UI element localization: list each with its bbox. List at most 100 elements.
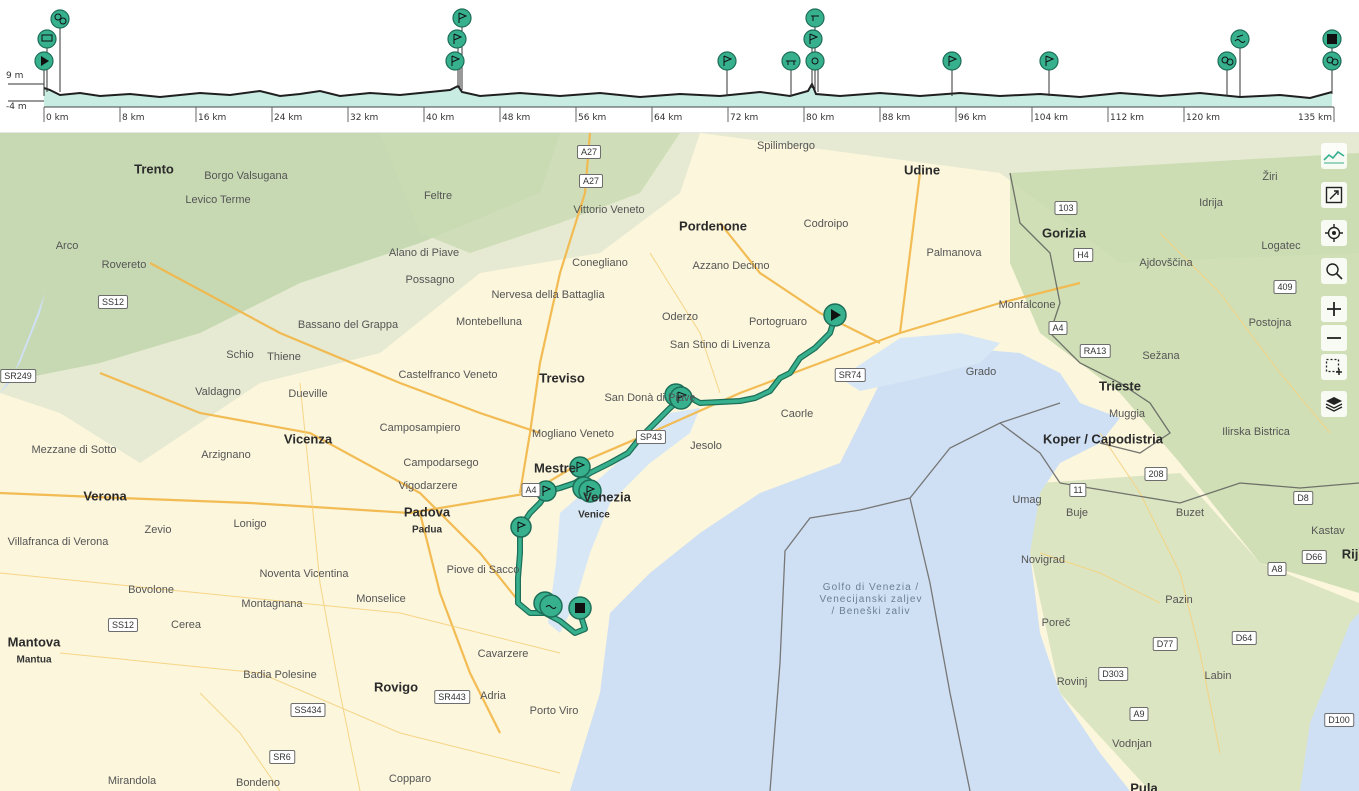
place-label: Jesolo — [690, 440, 722, 452]
place-label: Zevio — [144, 524, 172, 536]
place-label: Bondeno — [235, 777, 281, 789]
distance-tick: 48 km — [502, 113, 531, 123]
finish-marker-icon — [568, 596, 592, 620]
road-shield: 409 — [1273, 280, 1297, 294]
elevation-area — [44, 84, 1332, 107]
place-label: Montagnana — [241, 598, 303, 610]
flag-marker-icon — [717, 51, 737, 71]
place-label: San Stino di Livenza — [669, 339, 771, 351]
group-marker-icon — [50, 9, 70, 29]
place-label: Sežana — [1142, 350, 1180, 362]
road-shield: SR249 — [0, 369, 36, 383]
place-label: Azzano Decimo — [692, 260, 770, 272]
road-shield: A8 — [1267, 562, 1287, 576]
flag-marker-icon — [447, 29, 467, 49]
place-label: Labin — [1204, 670, 1232, 682]
place-label: Thiene — [267, 351, 301, 363]
place-label: Montebelluna — [455, 316, 523, 328]
place-label: Borgo Valsugana — [204, 170, 288, 182]
zoom-out-button[interactable] — [1321, 325, 1347, 351]
distance-tick: 24 km — [274, 113, 303, 123]
flag-marker-icon — [1039, 51, 1059, 71]
road-shield: H4 — [1073, 248, 1093, 262]
layers-icon — [1325, 397, 1343, 412]
road-shield: SS12 — [107, 618, 139, 632]
distance-tick: 64 km — [654, 113, 683, 123]
place-label: Logatec — [1261, 240, 1301, 252]
distance-tick: 88 km — [882, 113, 911, 123]
road-shield: 208 — [1144, 467, 1168, 481]
place-label: Žiri — [1262, 171, 1278, 183]
place-label: Nervesa della Battaglia — [491, 289, 605, 301]
place-label: Ilirska Bistrica — [1222, 426, 1290, 438]
distance-tick: 96 km — [958, 113, 987, 123]
place-label: Kastav — [1311, 525, 1345, 537]
place-label: Mantua — [16, 654, 52, 666]
place-label: Gorizia — [1041, 225, 1087, 241]
road-shield: A4 — [521, 483, 541, 497]
place-label: Mestre — [534, 460, 576, 476]
bench-marker-icon — [781, 51, 801, 71]
place-label: Monfalcone — [998, 299, 1056, 311]
start-marker-icon — [823, 303, 847, 327]
place-label: Idrija — [1199, 197, 1223, 209]
fullscreen-button[interactable] — [1321, 182, 1347, 208]
place-label: Udine — [903, 162, 941, 178]
place-label: Grado — [965, 366, 997, 378]
place-label: Castelfranco Veneto — [398, 369, 498, 381]
place-label: Mezzane di Sotto — [31, 444, 117, 456]
group-marker-icon — [805, 8, 825, 28]
place-label: Bassano del Grappa — [297, 319, 399, 331]
place-label: Alano di Piave — [388, 247, 460, 259]
layers-button[interactable] — [1321, 391, 1347, 417]
group-marker-icon — [1322, 51, 1342, 71]
place-label: Bovolone — [128, 584, 174, 596]
place-label: Treviso — [539, 370, 585, 386]
road-shield: A4 — [1048, 321, 1068, 335]
road-shield: SS12 — [97, 295, 129, 309]
place-label: Dueville — [288, 388, 328, 400]
place-label: Portogruaro — [748, 316, 808, 328]
map-view[interactable]: Trento Borgo Valsugana Levico Terme Felt… — [0, 133, 1359, 791]
place-label: Vittorio Veneto — [573, 204, 645, 216]
distance-tick: 56 km — [578, 113, 607, 123]
place-label: Badia Polesine — [243, 669, 317, 681]
elevation-profile[interactable]: 9 m -4 m 0 km 8 km 16 km 24 km 32 km 40 … — [0, 0, 1359, 133]
search-icon — [1326, 263, 1343, 280]
swim-marker-icon — [1230, 29, 1250, 49]
place-label: Feltre — [423, 190, 453, 202]
distance-tick: 40 km — [426, 113, 455, 123]
elevation-toggle-button[interactable] — [1321, 143, 1347, 169]
place-label: Postojna — [1248, 317, 1292, 329]
locate-button[interactable] — [1321, 220, 1347, 246]
elevation-min-label: -4 m — [6, 102, 27, 112]
place-label: Oderzo — [661, 311, 699, 323]
search-button[interactable] — [1321, 258, 1347, 284]
place-label: Lonigo — [233, 518, 267, 530]
flag-marker-icon — [445, 51, 465, 71]
road-shield: D8 — [1293, 491, 1313, 505]
distance-tick: 104 km — [1034, 113, 1069, 123]
place-label: Pazin — [1165, 594, 1193, 606]
place-label: Schio — [226, 349, 254, 361]
road-shield: RA13 — [1079, 344, 1111, 358]
distance-tick: 112 km — [1110, 113, 1145, 123]
elevation-chart-icon — [1323, 150, 1345, 164]
place-label: Mantova — [7, 634, 61, 650]
road-shield: 103 — [1054, 201, 1078, 215]
place-label: Trento — [134, 161, 174, 177]
place-label: Noventa Vicentina — [259, 568, 349, 580]
gulf-label: Golfo di Venezia / Venecijanski zaljev /… — [819, 582, 923, 617]
place-label: Cavarzere — [477, 648, 529, 660]
place-label: Vodnjan — [1112, 738, 1152, 750]
profile-markers — [34, 8, 1342, 71]
place-label: Rij — [1341, 546, 1359, 562]
flag-marker-icon — [942, 51, 962, 71]
select-area-button[interactable] — [1321, 354, 1347, 380]
place-label: Porto Viro — [529, 705, 579, 717]
place-label: Palmanova — [926, 247, 982, 259]
expand-icon — [1325, 186, 1343, 204]
group-marker-icon — [1217, 51, 1237, 71]
zoom-in-button[interactable] — [1321, 296, 1347, 322]
road-shield: SS434 — [290, 703, 326, 717]
